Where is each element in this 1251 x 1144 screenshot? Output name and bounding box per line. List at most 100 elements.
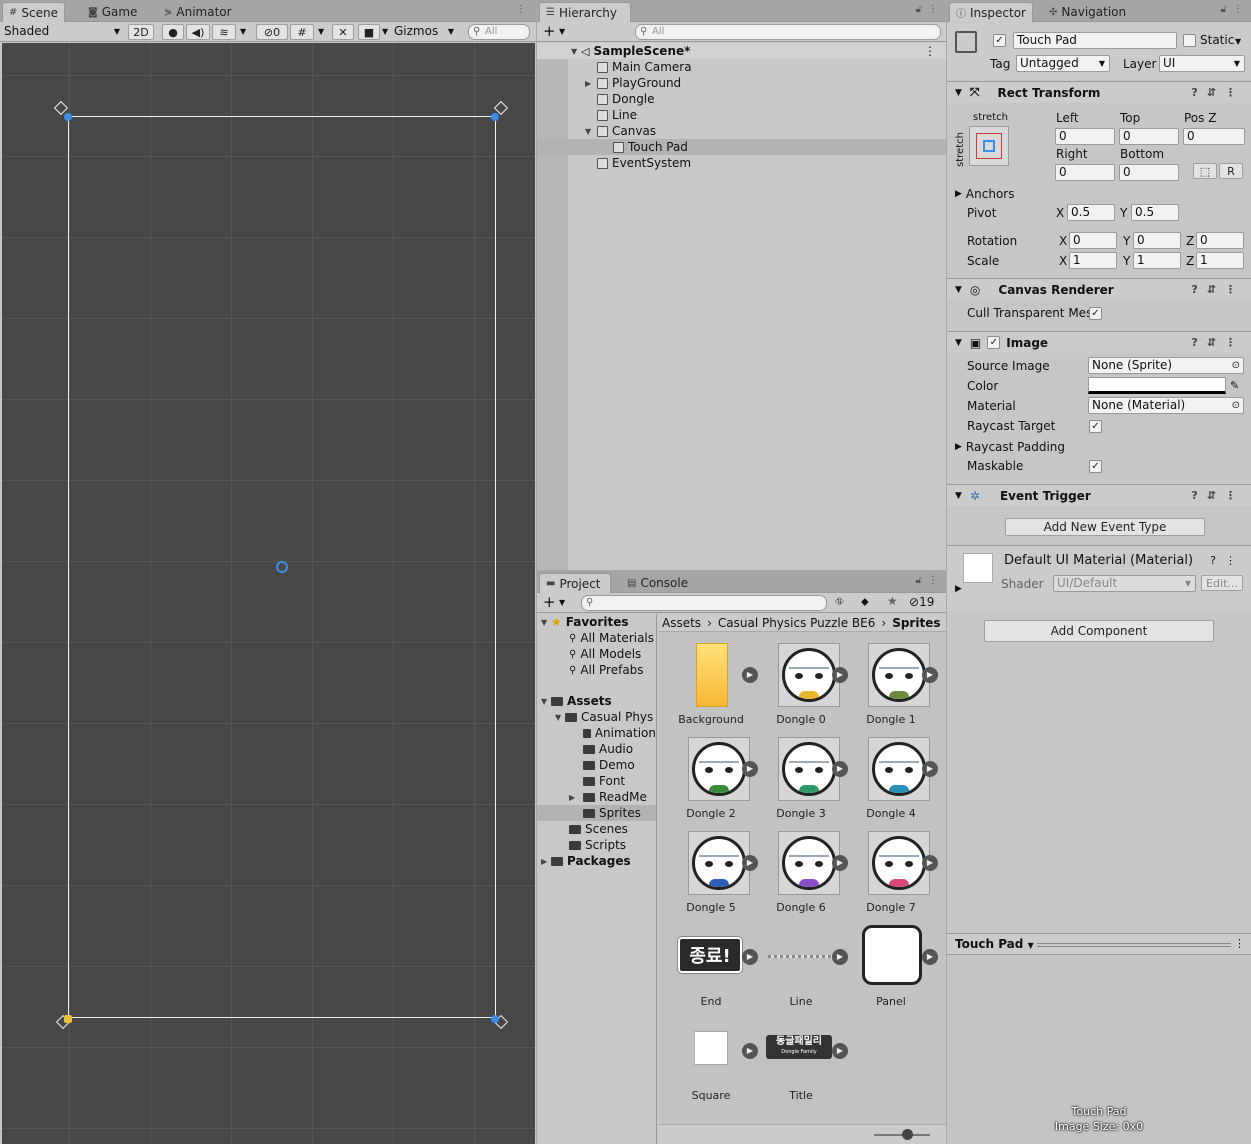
play-icon[interactable]: ▶	[922, 949, 938, 965]
shader-dropdown[interactable]: UI/Default ▼	[1053, 575, 1196, 592]
object-picker-icon[interactable]: ⊙	[1232, 358, 1240, 373]
expand-arrow-icon[interactable]: ▶	[585, 79, 595, 88]
object-picker-icon[interactable]: ⊙	[1232, 398, 1240, 413]
hierarchy-item-eventsystem[interactable]: EventSystem	[537, 155, 946, 171]
pivot-handle[interactable]	[276, 561, 288, 573]
search-by-type-icon[interactable]: ⛗	[835, 595, 844, 609]
component-tools-icon[interactable]: ?⇵⋮	[1191, 283, 1245, 296]
favorite-star-icon[interactable]: ★	[887, 594, 898, 608]
effects-toggle-icon[interactable]: ≋	[212, 24, 236, 40]
tree-demo[interactable]: Demo	[537, 757, 656, 773]
lighting-toggle-icon[interactable]: ●	[162, 24, 184, 40]
zoom-slider-thumb[interactable]	[902, 1129, 913, 1140]
tree-casual-phys[interactable]: ▼ Casual Phys	[537, 709, 656, 725]
tree-audio[interactable]: Audio	[537, 741, 656, 757]
collapse-arrow-icon[interactable]: ▼	[541, 697, 551, 706]
hidden-objects-toggle[interactable]: ⊘ 0	[256, 24, 288, 40]
asset-dongle-0[interactable]: ▶ Dongle 0	[756, 643, 848, 737]
tree-favorites[interactable]: ▼ ★ Favorites	[537, 614, 656, 630]
collapse-arrow-icon[interactable]: ▼	[541, 618, 551, 627]
scene-root-row[interactable]: ▼ ◁ SampleScene* ⋮	[537, 43, 946, 59]
tab-navigation[interactable]: ✣ Navigation	[1043, 2, 1132, 22]
component-tools-icon[interactable]: ?⇵⋮	[1191, 86, 1245, 99]
camera-dropdown-icon[interactable]: ▼	[382, 27, 388, 36]
raycast-target-checkbox[interactable]: ✓	[1089, 420, 1102, 433]
right-field[interactable]: 0	[1055, 164, 1115, 181]
more-options-icon[interactable]: ⋮	[924, 44, 936, 58]
posz-field[interactable]: 0	[1183, 128, 1245, 145]
left-field[interactable]: 0	[1055, 128, 1115, 145]
audio-toggle-icon[interactable]: ◀)	[186, 24, 210, 40]
tab-game[interactable]: ◙ Game	[82, 2, 143, 22]
hierarchy-item-dongle[interactable]: Dongle	[537, 91, 946, 107]
collapse-arrow-icon[interactable]: ▼	[955, 88, 962, 98]
pivot-y-field[interactable]: 0.5	[1131, 204, 1179, 221]
tree-sprites[interactable]: Sprites	[537, 805, 656, 821]
more-options-icon[interactable]: ⋮	[516, 4, 526, 15]
lock-icon[interactable]: 🔓︎	[1221, 4, 1227, 15]
corner-dot-top-left[interactable]	[64, 113, 72, 121]
preview-drag-handle[interactable]	[1037, 943, 1231, 947]
hierarchy-item-main-camera[interactable]: Main Camera	[537, 59, 946, 75]
asset-dongle-2[interactable]: ▶ Dongle 2	[666, 737, 758, 831]
rotation-y-field[interactable]: 0	[1133, 232, 1181, 249]
pivot-x-field[interactable]: 0.5	[1067, 204, 1115, 221]
active-checkbox[interactable]: ✓	[993, 34, 1006, 47]
asset-panel[interactable]: ▶ Panel	[846, 925, 938, 1019]
source-image-field[interactable]: None (Sprite) ⊙	[1088, 357, 1244, 374]
static-checkbox[interactable]	[1183, 34, 1196, 47]
collapse-arrow-icon[interactable]: ▼	[955, 338, 962, 348]
cull-transparent-checkbox[interactable]: ✓	[1089, 307, 1102, 320]
asset-dongle-7[interactable]: ▶ Dongle 7	[846, 831, 938, 925]
tab-inspector[interactable]: ⓘ Inspector	[949, 2, 1033, 22]
lock-icon[interactable]: 🔓︎	[916, 4, 922, 15]
tab-console[interactable]: ▤ Console	[621, 573, 694, 593]
effects-dropdown-icon[interactable]: ▼	[240, 27, 246, 36]
tree-scenes[interactable]: Scenes	[537, 821, 656, 837]
more-options-icon[interactable]: ⋮	[1234, 937, 1245, 950]
more-options-icon[interactable]: ⋮	[1233, 4, 1243, 15]
tag-dropdown[interactable]: Untagged ▼	[1016, 55, 1110, 72]
tree-animation[interactable]: Animation	[537, 725, 656, 741]
asset-title[interactable]: 동글패밀리 Dongle Family ▶ Title	[756, 1019, 848, 1113]
corner-dot-bottom-left[interactable]	[64, 1015, 72, 1023]
asset-square[interactable]: ▶ Square	[666, 1019, 758, 1113]
tree-font[interactable]: Font	[537, 773, 656, 789]
asset-dongle-6[interactable]: ▶ Dongle 6	[756, 831, 848, 925]
add-new-event-type-button[interactable]: Add New Event Type	[1005, 518, 1205, 536]
more-options-icon[interactable]: ⋮	[928, 4, 938, 15]
scene-search-input[interactable]: ⚲ All	[468, 24, 530, 40]
maskable-checkbox[interactable]: ✓	[1089, 460, 1102, 473]
asset-dongle-5[interactable]: ▶ Dongle 5	[666, 831, 758, 925]
asset-dongle-4[interactable]: ▶ Dongle 4	[846, 737, 938, 831]
scale-z-field[interactable]: 1	[1196, 252, 1244, 269]
expand-arrow-icon[interactable]: ▶	[569, 793, 579, 802]
component-tools-icon[interactable]: ?⋮	[1210, 554, 1245, 567]
collapse-arrow-icon[interactable]: ▼	[955, 491, 962, 501]
grid-dropdown-icon[interactable]: ▼	[318, 27, 324, 36]
tree-all-materials[interactable]: ⚲ All Materials	[537, 630, 656, 646]
hierarchy-item-playground[interactable]: ▶ PlayGround	[537, 75, 946, 91]
breadcrumb-item[interactable]: Casual Physics Puzzle BE6	[718, 616, 876, 630]
grid-toggle-icon[interactable]: #	[290, 24, 314, 40]
edit-shader-button[interactable]: Edit...	[1201, 575, 1243, 591]
toggle-2d-button[interactable]: 2D	[128, 24, 154, 40]
shading-mode-dropdown[interactable]: Shaded ▼	[4, 24, 122, 40]
collapse-arrow-icon[interactable]: ▼	[555, 713, 565, 722]
event-trigger-header[interactable]: ▼ ✲ Event Trigger ?⇵⋮	[947, 484, 1251, 506]
top-field[interactable]: 0	[1119, 128, 1179, 145]
play-icon[interactable]: ▶	[922, 667, 938, 683]
component-tools-icon[interactable]: ?⇵⋮	[1191, 336, 1245, 349]
create-dropdown-icon[interactable]: ▼	[559, 27, 565, 36]
canvas-renderer-header[interactable]: ▼ ◎ Canvas Renderer ?⇵⋮	[947, 278, 1251, 300]
breadcrumb-item[interactable]: Assets	[662, 616, 701, 630]
expand-arrow-icon[interactable]: ▶	[955, 584, 962, 594]
corner-dot-top-right[interactable]	[491, 113, 499, 121]
more-options-icon[interactable]: ⋮	[928, 575, 938, 586]
create-plus-icon[interactable]: +	[543, 593, 556, 611]
raycast-padding-row[interactable]: ▶ Raycast Padding	[947, 439, 1251, 455]
asset-end[interactable]: 종료! ▶ End	[666, 925, 758, 1019]
anchors-row[interactable]: ▶ Anchors	[947, 186, 1251, 202]
hierarchy-item-touch-pad[interactable]: Touch Pad	[537, 139, 946, 155]
add-component-button[interactable]: Add Component	[984, 620, 1214, 642]
